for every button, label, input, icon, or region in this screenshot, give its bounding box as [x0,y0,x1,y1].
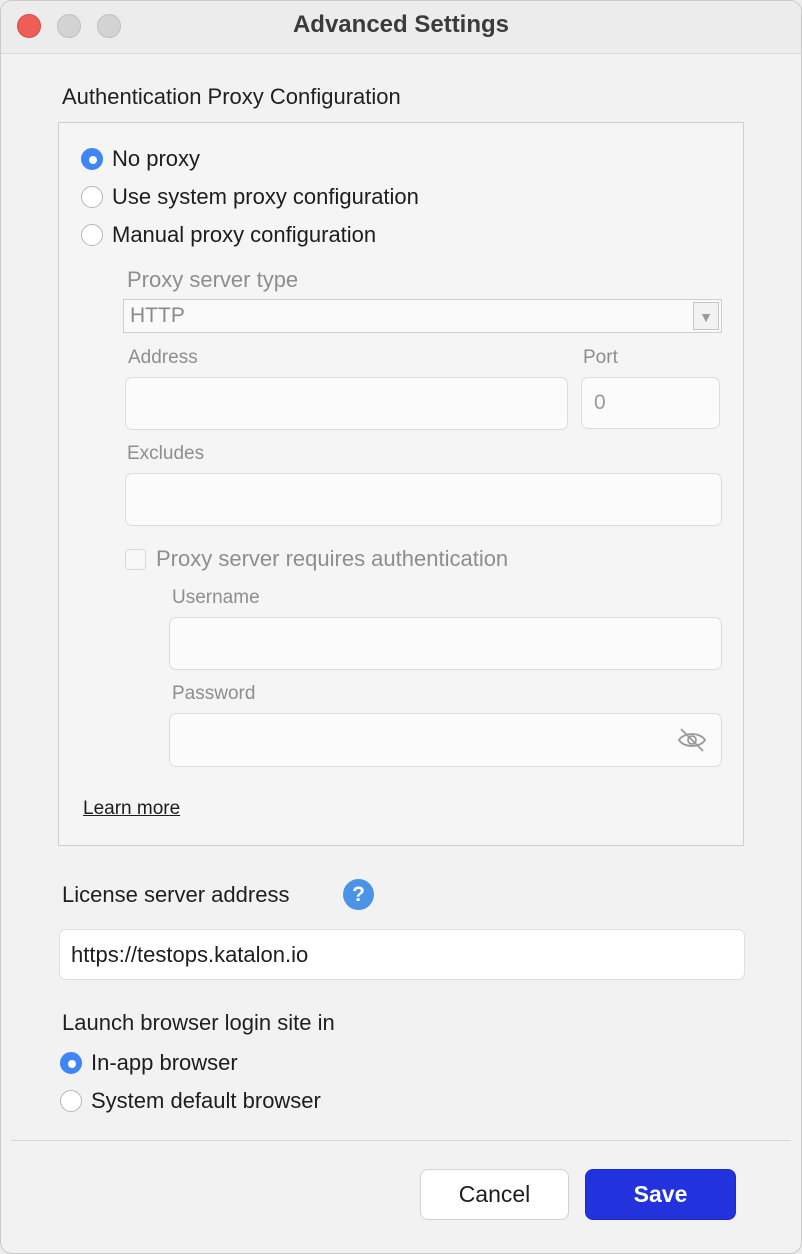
address-input[interactable] [125,377,568,430]
address-label: Address [128,347,198,368]
cancel-button[interactable]: Cancel [420,1169,569,1220]
radio-button[interactable] [81,186,103,208]
title-bar: Advanced Settings [1,1,801,54]
proxy-server-type-label: Proxy server type [127,267,299,292]
username-label: Username [172,587,260,608]
license-server-input[interactable]: https://testops.katalon.io [59,929,745,980]
proxy-server-type-value: HTTP [130,304,185,327]
port-label: Port [583,347,618,368]
proxy-server-type-select[interactable]: HTTP ▼ [123,299,722,333]
username-input[interactable] [169,617,722,670]
radio-label: No proxy [112,146,201,171]
radio-button[interactable] [60,1090,82,1112]
eye-slash-icon[interactable] [677,726,707,754]
radio-label: Use system proxy configuration [112,184,419,209]
proxy-section-label: Authentication Proxy Configuration [62,84,401,109]
radio-label: Manual proxy configuration [112,222,377,247]
proxy-auth-checkbox-label: Proxy server requires authentication [156,546,509,571]
radio-label: System default browser [91,1088,321,1113]
radio-in-app-browser[interactable]: In-app browser [60,1050,238,1076]
password-label: Password [172,683,256,704]
port-input[interactable]: 0 [581,377,720,429]
radio-button[interactable] [81,224,103,246]
radio-button-selected[interactable] [60,1052,82,1074]
radio-system-browser[interactable]: System default browser [60,1088,321,1114]
save-button[interactable]: Save [585,1169,736,1220]
license-server-label: License server address [62,882,290,907]
excludes-label: Excludes [127,443,205,464]
advanced-settings-dialog: Advanced Settings Authentication Proxy C… [0,0,802,1254]
question-circle-icon[interactable]: ? [343,879,374,910]
proxy-auth-checkbox[interactable] [125,548,146,570]
proxy-auth-checkbox-row[interactable]: Proxy server requires authentication [125,546,508,572]
password-input[interactable] [169,713,722,767]
excludes-input[interactable] [125,473,722,526]
chevron-down-icon[interactable]: ▼ [693,302,719,330]
radio-no-proxy[interactable]: No proxy [81,146,200,172]
radio-system-proxy[interactable]: Use system proxy configuration [81,184,419,210]
radio-manual-proxy[interactable]: Manual proxy configuration [81,222,376,248]
radio-label: In-app browser [91,1050,238,1075]
browser-section-label: Launch browser login site in [62,1010,335,1035]
radio-button-selected[interactable] [81,148,103,170]
learn-more-link[interactable]: Learn more [83,798,180,820]
window-title: Advanced Settings [292,11,510,38]
footer-divider [11,1140,791,1141]
